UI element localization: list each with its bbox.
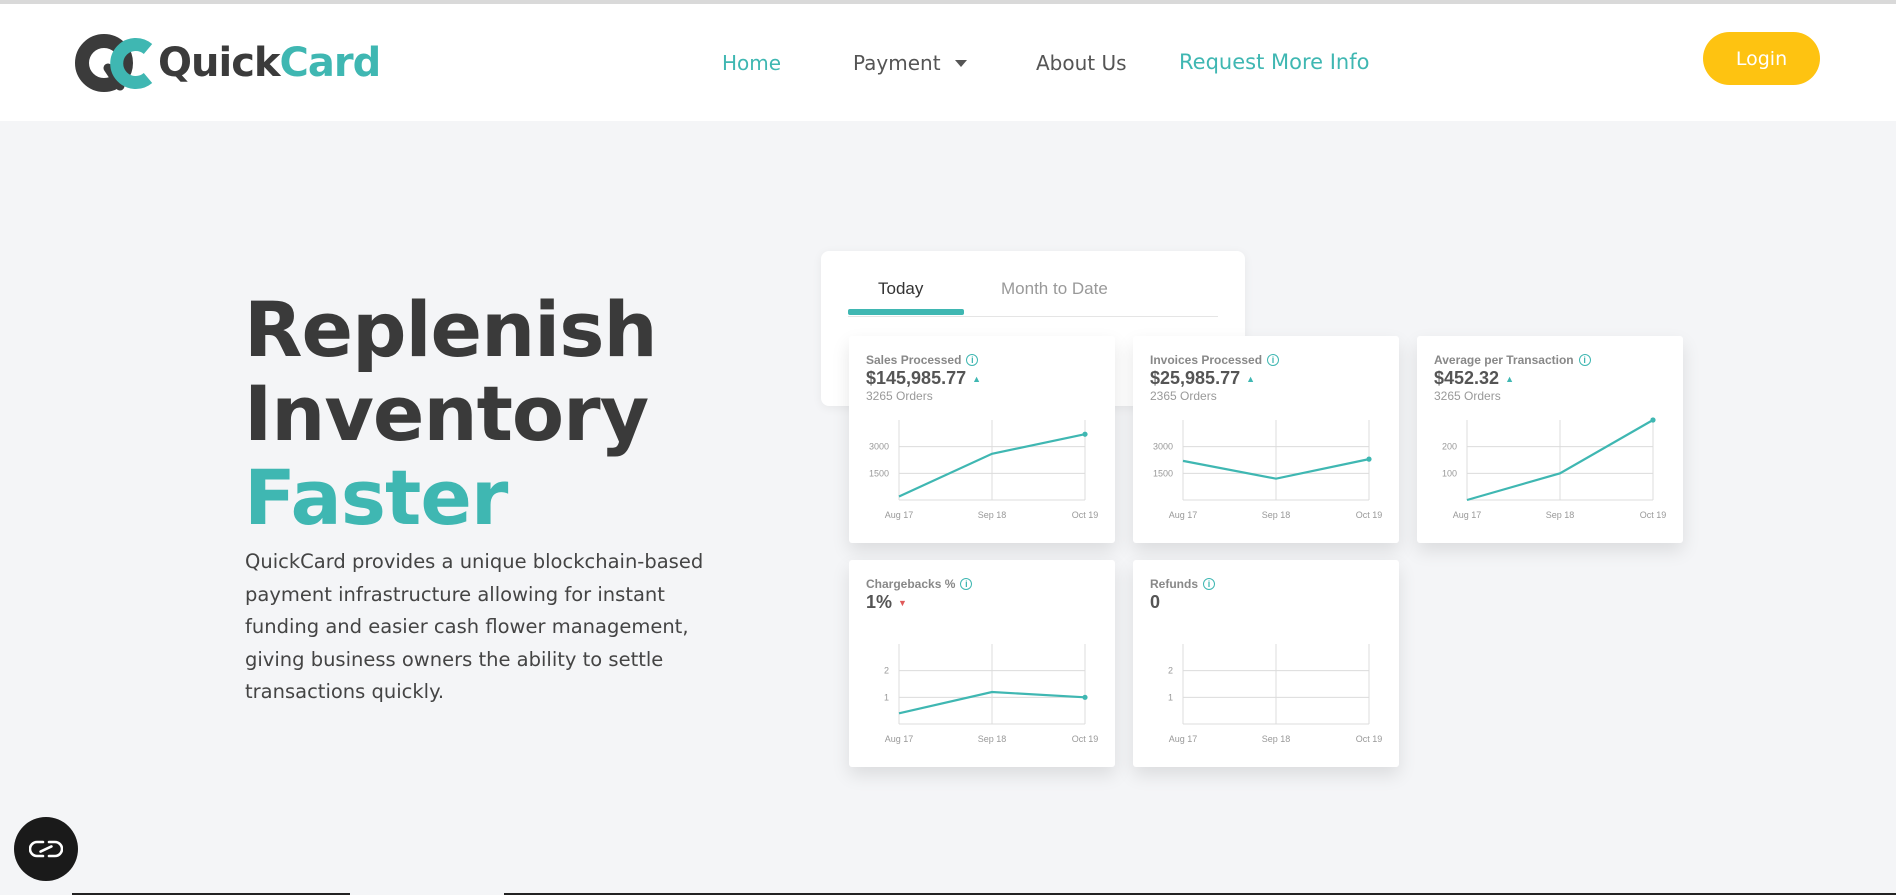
y-tick-label: 3000 <box>1153 442 1173 452</box>
hero-title-line1: Replenish <box>244 285 658 374</box>
hero-description: QuickCard provides a unique blockchain-b… <box>245 550 704 703</box>
trend-down-icon: ▼ <box>898 597 907 608</box>
nav-home[interactable]: Home <box>722 51 781 75</box>
nav-about-us[interactable]: About Us <box>1036 51 1127 75</box>
info-icon[interactable]: i <box>1578 354 1591 366</box>
tab-today[interactable]: Today <box>878 279 923 299</box>
y-tick-label: 1500 <box>869 468 889 478</box>
card-title-text: Invoices Processed <box>1150 353 1263 367</box>
chart-grid <box>1182 420 1370 501</box>
line-chart: 1500 3000 Aug 17 Sep 18 Oct 19 <box>1153 420 1383 520</box>
x-tick-label: Oct 19 <box>1072 510 1099 520</box>
y-tick-label: 1 <box>1168 692 1173 702</box>
card-value: 0 <box>1150 592 1160 613</box>
x-tick-label: Sep 18 <box>1546 510 1575 520</box>
card-value-text: 0 <box>1150 592 1161 612</box>
line-chart: 1 2 Aug 17 Sep 18 Oct 19 <box>1168 644 1383 744</box>
stat-card-refunds: Refunds i 0 1 2 Aug 17 Sep 18 Oct 19 <box>1133 560 1399 767</box>
chart-grid <box>1182 644 1370 725</box>
info-icon[interactable]: i <box>966 354 979 366</box>
info-icon[interactable]: i <box>1267 354 1280 366</box>
chart-grid <box>898 644 1086 725</box>
card-title: Refunds i <box>1150 577 1215 591</box>
y-tick-label: 2 <box>1168 666 1173 676</box>
card-value-text: $25,985.77 <box>1150 368 1241 388</box>
card-orders: 3265 Orders <box>1434 389 1501 403</box>
site-header: QuickCard Home Payment About Us Request … <box>0 4 1896 121</box>
x-tick-label: Sep 18 <box>1262 510 1291 520</box>
data-point <box>1366 456 1372 462</box>
stat-card-invoices: Invoices Processed i $25,985.77 ▲ 2365 Order… <box>1133 336 1399 543</box>
info-icon[interactable]: i <box>1203 578 1215 590</box>
chart-grid <box>898 420 1086 501</box>
trend-up-icon: ▲ <box>1505 373 1514 384</box>
line-chart: 100 200 Aug 17 Sep 18 Oct 19 <box>1442 417 1667 520</box>
chart-grid <box>1466 420 1654 501</box>
x-tick-label: Aug 17 <box>1453 510 1482 520</box>
card-value: $145,985.77 ▲ <box>866 368 981 389</box>
nav-request-more-info[interactable]: Request More Info <box>1179 50 1369 74</box>
trend-up-icon: ▲ <box>1246 373 1256 384</box>
chevron-down-icon <box>954 59 967 67</box>
chat-icon <box>29 840 63 858</box>
y-tick-label: 1500 <box>1153 468 1173 478</box>
trend-up-icon: ▲ <box>972 373 982 384</box>
card-value-text: $145,985.77 <box>866 368 967 388</box>
x-tick-label: Oct 19 <box>1640 510 1667 520</box>
card-value: 1% ▼ <box>866 592 907 613</box>
line-chart: 1500 3000 Aug 17 Sep 18 Oct 19 <box>869 420 1099 520</box>
data-point <box>1650 417 1656 423</box>
brand-name: QuickCard <box>158 40 381 86</box>
active-tab-indicator <box>848 309 964 315</box>
data-point <box>1082 431 1088 437</box>
tab-month-to-date[interactable]: Month to Date <box>1001 279 1108 299</box>
nav-payment[interactable]: Payment <box>853 51 967 75</box>
tab-divider <box>848 316 1218 317</box>
hero-title: Replenish Inventory Faster <box>244 285 658 542</box>
x-tick-label: Oct 19 <box>1356 510 1383 520</box>
card-title-text: Refunds <box>1150 577 1198 591</box>
hero-title-line2: Inventory <box>244 369 649 458</box>
card-title-text: Average per Transaction <box>1434 353 1574 367</box>
y-tick-label: 3000 <box>869 442 889 452</box>
card-title-text: Chargebacks % <box>866 577 956 591</box>
card-title: Average per Transaction i <box>1434 353 1591 367</box>
card-value: $452.32 ▲ <box>1434 368 1514 389</box>
stat-card-average: Average per Transaction i $452.32 ▲ 3265 Ord… <box>1417 336 1683 543</box>
card-title: Sales Processed i <box>866 353 979 367</box>
x-tick-label: Oct 19 <box>1072 734 1099 744</box>
x-tick-label: Sep 18 <box>1262 734 1291 744</box>
y-tick-label: 100 <box>1442 468 1457 478</box>
card-orders: 3265 Orders <box>866 389 933 403</box>
x-tick-label: Sep 18 <box>978 510 1007 520</box>
hero-title-line3: Faster <box>244 453 508 542</box>
stat-card-chargebacks: Chargebacks % i 1% ▼ 1 2 Aug 17 Sep 18 Oct 19 <box>849 560 1115 767</box>
chat-button[interactable] <box>14 817 78 881</box>
stat-card-sales: Sales Processed i $145,985.77 ▲ 3265 Orders 1… <box>849 336 1115 543</box>
quickcard-logo-icon <box>75 34 153 92</box>
x-tick-label: Aug 17 <box>1169 510 1198 520</box>
y-tick-label: 2 <box>884 666 889 676</box>
card-title-text: Sales Processed <box>866 353 962 367</box>
info-icon[interactable]: i <box>960 578 973 590</box>
x-tick-label: Aug 17 <box>885 510 914 520</box>
card-value-text: 1% <box>866 592 893 612</box>
line-chart: 1 2 Aug 17 Sep 18 Oct 19 <box>884 644 1099 744</box>
x-tick-label: Aug 17 <box>885 734 914 744</box>
brand-logo[interactable]: QuickCard <box>74 31 381 95</box>
nav-payment-label: Payment <box>853 51 941 75</box>
y-tick-label: 1 <box>884 692 889 702</box>
card-title: Invoices Processed i <box>1150 353 1280 367</box>
y-tick-label: 200 <box>1442 442 1457 452</box>
card-orders: 2365 Orders <box>1150 389 1217 403</box>
login-button[interactable]: Login <box>1703 32 1820 85</box>
x-tick-label: Sep 18 <box>978 734 1007 744</box>
data-point <box>1082 694 1088 700</box>
x-tick-label: Oct 19 <box>1356 734 1383 744</box>
card-title: Chargebacks % i <box>866 577 973 591</box>
card-value-text: $452.32 <box>1434 368 1500 388</box>
card-value: $25,985.77 ▲ <box>1150 368 1255 389</box>
x-tick-label: Aug 17 <box>1169 734 1198 744</box>
